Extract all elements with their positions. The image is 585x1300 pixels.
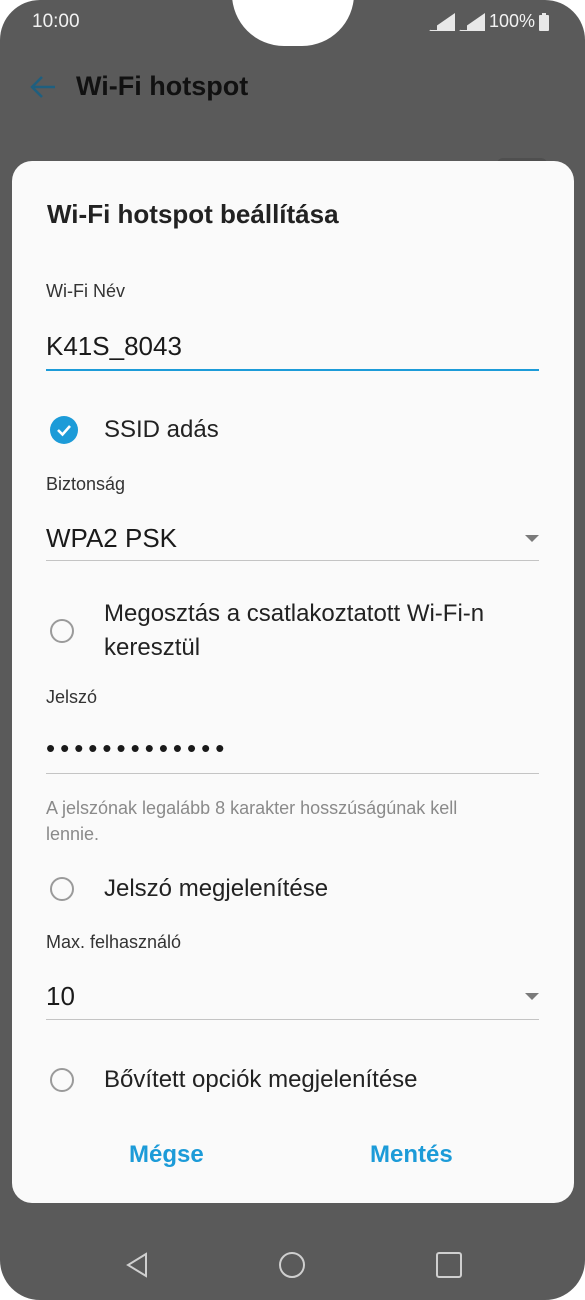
triangle-back-icon[interactable]: [124, 1252, 150, 1278]
password-hint-line-2: lennie.: [46, 824, 100, 844]
battery-percent: 100%: [488, 11, 535, 31]
battery-icon: [539, 12, 549, 31]
security-label: Biztonság: [46, 474, 126, 494]
phone-screen: 10:00 100% Wi-Fi hotspot Wi-Fi hotspot b…: [0, 0, 585, 1300]
square-recent-icon[interactable]: [436, 1252, 462, 1278]
wifi-name-underline: [46, 369, 539, 371]
page-title: Wi-Fi hotspot: [76, 71, 249, 101]
status-bar: 10:00 100%: [0, 0, 585, 46]
share-connected-label-2: keresztül: [104, 634, 201, 661]
cancel-button[interactable]: Mégse: [129, 1141, 204, 1169]
password-hint: A jelszónak legalább 8 karakter hosszúsá…: [46, 795, 526, 847]
wifi-name-input[interactable]: K41S_8043: [46, 331, 182, 362]
security-underline: [46, 560, 539, 561]
check-icon: [50, 416, 78, 444]
save-button[interactable]: Mentés: [370, 1141, 453, 1169]
show-password-label: Jelszó megjelenítése: [104, 875, 329, 902]
signal-sim2-icon: [458, 12, 485, 31]
max-users-select[interactable]: 10: [46, 981, 75, 1012]
max-users-label: Max. felhasználó: [46, 932, 182, 952]
radio-unchecked-icon: [50, 1068, 74, 1092]
ssid-broadcast-label: SSID adás: [104, 416, 219, 443]
arrow-left-icon[interactable]: [28, 72, 58, 102]
show-password-radio[interactable]: Jelszó megjelenítése: [46, 872, 328, 906]
share-connected-label-1: Megosztás a csatlakoztatott Wi-Fi-n: [104, 600, 485, 627]
dialog-title: Wi-Fi hotspot beállítása: [47, 199, 339, 229]
advanced-options-label: Bővített opciók megjelenítése: [104, 1066, 418, 1093]
signal-sim1-icon: [428, 12, 455, 31]
circle-home-icon[interactable]: [279, 1252, 305, 1278]
app-bar: Wi-Fi hotspot: [0, 62, 585, 112]
password-label: Jelszó: [46, 687, 98, 707]
advanced-options-radio[interactable]: Bővített opciók megjelenítése: [46, 1063, 418, 1097]
radio-unchecked-icon: [50, 619, 74, 643]
password-hint-line-1: A jelszónak legalább 8 karakter hosszúsá…: [46, 798, 458, 818]
hotspot-settings-dialog: Wi-Fi hotspot beállítása Wi-Fi Név K41S_…: [12, 161, 574, 1203]
wifi-name-label: Wi-Fi Név: [46, 281, 125, 301]
chevron-down-icon: [525, 535, 539, 542]
status-icons: 100%: [428, 11, 549, 32]
share-connected-radio[interactable]: Megosztás a csatlakoztatott Wi-Fi-n kere…: [46, 597, 484, 665]
navigation-bar: [0, 1230, 585, 1300]
chevron-down-icon: [525, 993, 539, 1000]
radio-unchecked-icon: [50, 877, 74, 901]
password-underline: [46, 773, 539, 774]
ssid-broadcast-checkbox[interactable]: SSID adás: [46, 413, 219, 447]
max-users-underline: [46, 1019, 539, 1020]
password-input[interactable]: •••••••••••••: [46, 733, 229, 764]
security-select[interactable]: WPA2 PSK: [46, 523, 177, 554]
status-time: 10:00: [32, 11, 80, 32]
